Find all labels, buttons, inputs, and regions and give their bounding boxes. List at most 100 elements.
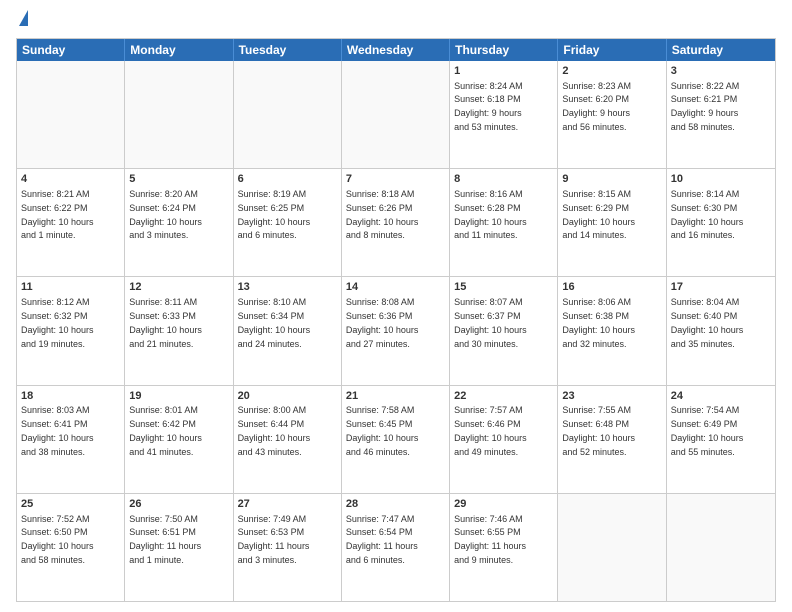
day-info: Sunrise: 7:50 AM Sunset: 6:51 PM Dayligh…: [129, 514, 201, 565]
day-info: Sunrise: 8:18 AM Sunset: 6:26 PM Dayligh…: [346, 189, 419, 240]
calendar-cell: 21Sunrise: 7:58 AM Sunset: 6:45 PM Dayli…: [342, 386, 450, 493]
day-info: Sunrise: 7:49 AM Sunset: 6:53 PM Dayligh…: [238, 514, 310, 565]
day-number: 7: [346, 172, 445, 187]
day-number: 27: [238, 497, 337, 512]
header-day-sunday: Sunday: [17, 39, 125, 61]
day-info: Sunrise: 8:19 AM Sunset: 6:25 PM Dayligh…: [238, 189, 311, 240]
day-info: Sunrise: 8:22 AM Sunset: 6:21 PM Dayligh…: [671, 81, 740, 132]
header-day-wednesday: Wednesday: [342, 39, 450, 61]
day-number: 12: [129, 280, 228, 295]
logo-general: [16, 12, 28, 32]
calendar-cell: 8 Sunrise: 8:16 AM Sunset: 6:28 PM Daylig…: [450, 169, 558, 276]
calendar-cell: 19Sunrise: 8:01 AM Sunset: 6:42 PM Dayli…: [125, 386, 233, 493]
calendar-header: SundayMondayTuesdayWednesdayThursdayFrid…: [17, 39, 775, 61]
header: [16, 12, 776, 32]
day-number: 8: [454, 172, 553, 187]
calendar-cell: 5 Sunrise: 8:20 AM Sunset: 6:24 PM Daylig…: [125, 169, 233, 276]
calendar-cell: 14 Sunrise: 8:08 AM Sunset: 6:36 PM Dayli…: [342, 277, 450, 384]
day-info: Sunrise: 7:52 AM Sunset: 6:50 PM Dayligh…: [21, 514, 94, 565]
calendar-cell: 29 Sunrise: 7:46 AM Sunset: 6:55 PM Dayli…: [450, 494, 558, 601]
day-number: 19: [129, 389, 228, 404]
day-number: 21: [346, 389, 445, 404]
calendar-cell: 2 Sunrise: 8:23 AM Sunset: 6:20 PM Daylig…: [558, 61, 666, 168]
day-info: Sunrise: 7:55 AM Sunset: 6:48 PM Dayligh…: [562, 405, 635, 456]
calendar-cell: [234, 61, 342, 168]
page: SundayMondayTuesdayWednesdayThursdayFrid…: [0, 0, 792, 612]
day-number: 1: [454, 64, 553, 79]
day-info: Sunrise: 8:24 AM Sunset: 6:18 PM Dayligh…: [454, 81, 523, 132]
day-number: 16: [562, 280, 661, 295]
day-number: 18: [21, 389, 120, 404]
header-day-friday: Friday: [558, 39, 666, 61]
calendar-cell: 7 Sunrise: 8:18 AM Sunset: 6:26 PM Daylig…: [342, 169, 450, 276]
calendar-cell: 25 Sunrise: 7:52 AM Sunset: 6:50 PM Dayli…: [17, 494, 125, 601]
calendar-cell: 28 Sunrise: 7:47 AM Sunset: 6:54 PM Dayli…: [342, 494, 450, 601]
day-number: 2: [562, 64, 661, 79]
day-number: 24: [671, 389, 771, 404]
header-day-thursday: Thursday: [450, 39, 558, 61]
day-info: Sunrise: 7:54 AM Sunset: 6:49 PM Dayligh…: [671, 405, 744, 456]
day-info: Sunrise: 8:03 AM Sunset: 6:41 PM Dayligh…: [21, 405, 94, 456]
calendar-cell: 27 Sunrise: 7:49 AM Sunset: 6:53 PM Dayli…: [234, 494, 342, 601]
day-info: Sunrise: 7:47 AM Sunset: 6:54 PM Dayligh…: [346, 514, 418, 565]
calendar: SundayMondayTuesdayWednesdayThursdayFrid…: [16, 38, 776, 602]
calendar-cell: 23Sunrise: 7:55 AM Sunset: 6:48 PM Dayli…: [558, 386, 666, 493]
day-info: Sunrise: 8:06 AM Sunset: 6:38 PM Dayligh…: [562, 297, 635, 348]
calendar-row-1: 4 Sunrise: 8:21 AM Sunset: 6:22 PM Daylig…: [17, 169, 775, 277]
day-info: Sunrise: 8:11 AM Sunset: 6:33 PM Dayligh…: [129, 297, 202, 348]
header-day-monday: Monday: [125, 39, 233, 61]
calendar-cell: [125, 61, 233, 168]
calendar-cell: 4 Sunrise: 8:21 AM Sunset: 6:22 PM Daylig…: [17, 169, 125, 276]
day-info: Sunrise: 8:21 AM Sunset: 6:22 PM Dayligh…: [21, 189, 94, 240]
calendar-cell: 24Sunrise: 7:54 AM Sunset: 6:49 PM Dayli…: [667, 386, 775, 493]
day-number: 4: [21, 172, 120, 187]
day-number: 28: [346, 497, 445, 512]
day-info: Sunrise: 8:01 AM Sunset: 6:42 PM Dayligh…: [129, 405, 202, 456]
day-info: Sunrise: 7:57 AM Sunset: 6:46 PM Dayligh…: [454, 405, 527, 456]
calendar-cell: 22Sunrise: 7:57 AM Sunset: 6:46 PM Dayli…: [450, 386, 558, 493]
calendar-row-2: 11Sunrise: 8:12 AM Sunset: 6:32 PM Dayli…: [17, 277, 775, 385]
calendar-cell: 9Sunrise: 8:15 AM Sunset: 6:29 PM Daylig…: [558, 169, 666, 276]
day-number: 20: [238, 389, 337, 404]
day-info: Sunrise: 7:58 AM Sunset: 6:45 PM Dayligh…: [346, 405, 419, 456]
calendar-row-0: 1 Sunrise: 8:24 AM Sunset: 6:18 PM Daylig…: [17, 61, 775, 169]
calendar-cell: [667, 494, 775, 601]
calendar-cell: 16 Sunrise: 8:06 AM Sunset: 6:38 PM Dayli…: [558, 277, 666, 384]
calendar-cell: 6Sunrise: 8:19 AM Sunset: 6:25 PM Daylig…: [234, 169, 342, 276]
day-number: 26: [129, 497, 228, 512]
calendar-cell: [17, 61, 125, 168]
day-number: 25: [21, 497, 120, 512]
calendar-row-4: 25 Sunrise: 7:52 AM Sunset: 6:50 PM Dayli…: [17, 494, 775, 601]
day-info: Sunrise: 7:46 AM Sunset: 6:55 PM Dayligh…: [454, 514, 526, 565]
day-number: 17: [671, 280, 771, 295]
day-info: Sunrise: 8:23 AM Sunset: 6:20 PM Dayligh…: [562, 81, 631, 132]
day-info: Sunrise: 8:04 AM Sunset: 6:40 PM Dayligh…: [671, 297, 744, 348]
day-number: 10: [671, 172, 771, 187]
day-number: 3: [671, 64, 771, 79]
day-info: Sunrise: 8:16 AM Sunset: 6:28 PM Dayligh…: [454, 189, 527, 240]
calendar-cell: 15Sunrise: 8:07 AM Sunset: 6:37 PM Dayli…: [450, 277, 558, 384]
day-number: 11: [21, 280, 120, 295]
calendar-cell: 11Sunrise: 8:12 AM Sunset: 6:32 PM Dayli…: [17, 277, 125, 384]
calendar-cell: 13Sunrise: 8:10 AM Sunset: 6:34 PM Dayli…: [234, 277, 342, 384]
calendar-cell: 20Sunrise: 8:00 AM Sunset: 6:44 PM Dayli…: [234, 386, 342, 493]
day-info: Sunrise: 8:15 AM Sunset: 6:29 PM Dayligh…: [562, 189, 635, 240]
day-info: Sunrise: 8:14 AM Sunset: 6:30 PM Dayligh…: [671, 189, 744, 240]
day-number: 13: [238, 280, 337, 295]
day-number: 5: [129, 172, 228, 187]
day-number: 23: [562, 389, 661, 404]
day-number: 29: [454, 497, 553, 512]
calendar-cell: 18Sunrise: 8:03 AM Sunset: 6:41 PM Dayli…: [17, 386, 125, 493]
calendar-cell: 26 Sunrise: 7:50 AM Sunset: 6:51 PM Dayli…: [125, 494, 233, 601]
calendar-cell: [558, 494, 666, 601]
calendar-cell: 1 Sunrise: 8:24 AM Sunset: 6:18 PM Daylig…: [450, 61, 558, 168]
logo: [16, 12, 28, 32]
day-info: Sunrise: 8:07 AM Sunset: 6:37 PM Dayligh…: [454, 297, 527, 348]
header-day-tuesday: Tuesday: [234, 39, 342, 61]
calendar-body: 1 Sunrise: 8:24 AM Sunset: 6:18 PM Daylig…: [17, 61, 775, 601]
day-info: Sunrise: 8:20 AM Sunset: 6:24 PM Dayligh…: [129, 189, 202, 240]
day-number: 14: [346, 280, 445, 295]
day-info: Sunrise: 8:08 AM Sunset: 6:36 PM Dayligh…: [346, 297, 419, 348]
calendar-cell: 17 Sunrise: 8:04 AM Sunset: 6:40 PM Dayli…: [667, 277, 775, 384]
calendar-cell: 12 Sunrise: 8:11 AM Sunset: 6:33 PM Dayli…: [125, 277, 233, 384]
